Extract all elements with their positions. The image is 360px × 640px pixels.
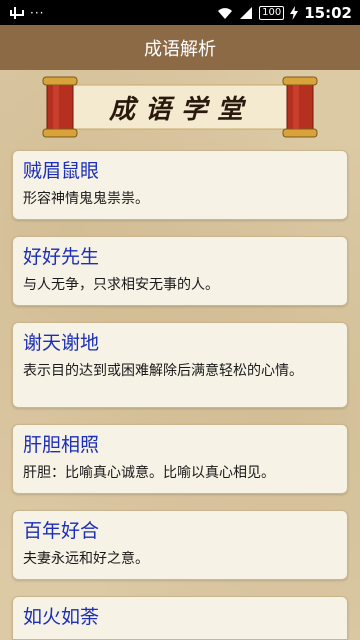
status-bar: ··· 100 15:02 [0, 0, 360, 25]
idiom-title: 百年好合 [23, 520, 100, 542]
usb-icon [8, 6, 24, 20]
idiom-title: 贼眉鼠眼 [23, 160, 100, 182]
idiom-card[interactable]: 百年好合 夫妻永远和好之意。 [12, 510, 348, 580]
idiom-title: 谢天谢地 [23, 332, 100, 354]
page-title: 成语解析 [144, 38, 216, 60]
idiom-description: 肝胆：比喻真心诚意。比喻以真心相见。 [23, 465, 275, 481]
scroll-banner: 成语学堂 [33, 75, 327, 139]
idiom-description: 表示目的达到或困难解除后满意轻松的心情。 [23, 363, 303, 379]
idiom-description: 夫妻永远和好之意。 [23, 551, 149, 567]
idiom-title: 如火如荼 [23, 606, 100, 628]
idiom-card[interactable]: 肝胆相照 肝胆：比喻真心诚意。比喻以真心相见。 [12, 424, 348, 494]
idiom-card[interactable]: 谢天谢地 表示目的达到或困难解除后满意轻松的心情。 [12, 322, 348, 408]
idiom-title: 肝胆相照 [23, 434, 100, 456]
idiom-description: 与人无争，只求相安无事的人。 [23, 277, 219, 293]
idiom-card[interactable]: 如火如荼 [12, 596, 348, 640]
idiom-card[interactable]: 贼眉鼠眼 形容神情鬼鬼祟祟。 [12, 150, 348, 220]
battery-icon: 100 [259, 5, 285, 20]
notification-dots-icon: ··· [30, 5, 45, 20]
status-clock: 15:02 [304, 3, 352, 22]
charging-icon [290, 5, 299, 20]
idiom-title: 好好先生 [23, 246, 100, 268]
wifi-icon [218, 7, 233, 19]
app-header: 成语解析 [0, 25, 360, 70]
idiom-card[interactable]: 好好先生 与人无争，只求相安无事的人。 [12, 236, 348, 306]
signal-icon [240, 6, 253, 19]
banner-title: 成语学堂 [108, 94, 253, 125]
idiom-description: 形容神情鬼鬼祟祟。 [23, 191, 149, 207]
